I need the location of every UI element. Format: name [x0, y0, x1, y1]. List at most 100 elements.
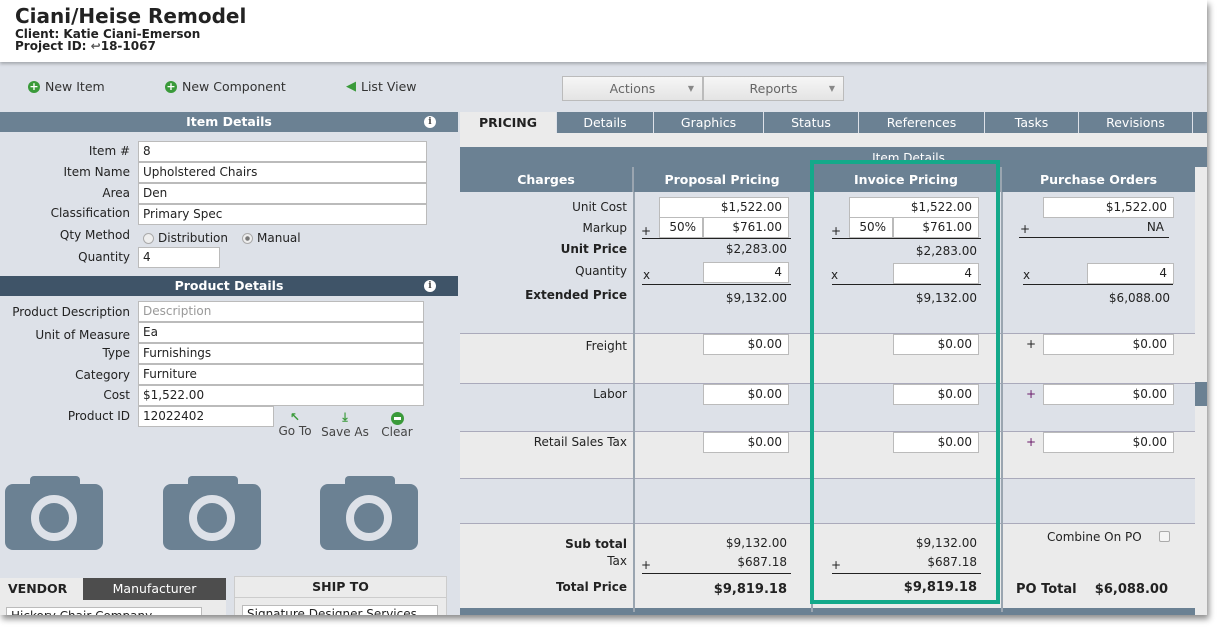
- times-operator: x: [1023, 268, 1031, 282]
- go-to-label: Go To: [278, 424, 312, 438]
- unit-cost-label: Unit Cost: [572, 200, 627, 214]
- plus-operator: +: [1026, 387, 1037, 401]
- proposal-unit-cost-input[interactable]: $1,522.00: [659, 197, 789, 218]
- classification-input[interactable]: Primary Spec: [138, 204, 427, 225]
- classification-label: Classification: [50, 206, 130, 220]
- charges-column-header: Charges: [460, 167, 634, 192]
- vendor-input[interactable]: Hickory Chair Company: [6, 607, 202, 615]
- save-as-label: Save As: [321, 425, 369, 439]
- po-total-label: PO Total: [1016, 582, 1077, 597]
- list-view-button[interactable]: ◀ List View: [346, 79, 417, 94]
- times-operator: x: [643, 268, 651, 282]
- cost-input[interactable]: $1,522.00: [138, 385, 424, 406]
- camera-icon[interactable]: [5, 476, 103, 550]
- po-quantity-input[interactable]: 4: [1087, 263, 1174, 284]
- manufacturer-tab[interactable]: Manufacturer: [83, 578, 226, 600]
- proposal-markup-input[interactable]: $761.00: [703, 217, 789, 238]
- chevron-down-icon: ▼: [687, 84, 694, 93]
- proposal-extended-price: $9,132.00: [725, 291, 787, 305]
- plus-operator: +: [641, 224, 652, 238]
- item-number-label: Item #: [88, 144, 130, 158]
- ship-to-title: SHIP TO: [234, 576, 447, 598]
- project-title: Ciani/Heise Remodel: [15, 4, 247, 28]
- combine-on-po-checkbox[interactable]: [1159, 531, 1170, 542]
- project-id-label: Project ID:: [15, 39, 87, 53]
- camera-icon[interactable]: [320, 476, 418, 550]
- minus-circle-icon: [390, 412, 404, 425]
- project-id-value: 18-1067: [100, 39, 156, 53]
- info-icon[interactable]: i: [424, 116, 436, 128]
- save-as-button[interactable]: ⤓ Save As: [321, 410, 369, 439]
- unit-price-label: Unit Price: [560, 242, 627, 256]
- tab-status[interactable]: Status: [764, 112, 859, 133]
- extended-price-label: Extended Price: [525, 288, 627, 302]
- new-component-button[interactable]: + New Component: [165, 79, 286, 94]
- qty-method-label: Qty Method: [59, 228, 130, 242]
- tab-revisions[interactable]: Revisions: [1079, 112, 1193, 133]
- tab-details[interactable]: Details: [557, 112, 654, 133]
- type-input[interactable]: Furnishings: [138, 343, 424, 364]
- product-id-input[interactable]: 12022402: [138, 406, 274, 427]
- quantity-row-label: Quantity: [575, 264, 627, 278]
- area-label: Area: [102, 186, 130, 200]
- tab-graphics[interactable]: Graphics: [654, 112, 764, 133]
- area-input[interactable]: Den: [138, 183, 427, 204]
- proposal-retail-sales-tax-input[interactable]: $0.00: [703, 432, 789, 453]
- unit-of-measure-label: Unit of Measure: [35, 328, 130, 342]
- po-unit-cost-input[interactable]: $1,522.00: [1043, 197, 1174, 218]
- reports-dropdown[interactable]: Reports ▼: [703, 76, 844, 101]
- qty-distribution-radio[interactable]: Distribution: [143, 231, 228, 245]
- ship-to-input[interactable]: Signature Designer Services: [242, 605, 438, 615]
- plus-operator: +: [1020, 222, 1031, 236]
- plus-operator: +: [1026, 435, 1037, 449]
- sub-total-label: Sub total: [565, 537, 627, 551]
- app-window: Ciani/Heise Remodel Client: Katie Ciani-…: [0, 0, 1207, 615]
- item-number-input[interactable]: 8: [138, 141, 427, 162]
- radio-checked-icon: [242, 232, 253, 244]
- po-retail-sales-tax-input[interactable]: $0.00: [1043, 432, 1174, 453]
- reply-arrow-icon[interactable]: ↩: [91, 39, 101, 53]
- radio-unchecked-icon: [143, 232, 154, 244]
- quantity-input[interactable]: 4: [138, 247, 220, 268]
- freight-label: Freight: [585, 339, 627, 353]
- tab-references[interactable]: References: [859, 112, 985, 133]
- tab-tasks[interactable]: Tasks: [985, 112, 1079, 133]
- markup-label: Markup: [582, 221, 627, 235]
- tab-pricing[interactable]: PRICING: [460, 112, 557, 133]
- proposal-sub-total: $9,132.00: [725, 536, 787, 550]
- proposal-labor-input[interactable]: $0.00: [703, 384, 789, 405]
- category-label: Category: [75, 368, 130, 382]
- new-item-label: New Item: [45, 79, 105, 94]
- product-description-input[interactable]: Description: [138, 301, 424, 322]
- info-icon[interactable]: i: [424, 280, 436, 292]
- qty-manual-radio[interactable]: Manual: [242, 231, 301, 245]
- po-extended-price: $6,088.00: [1108, 291, 1170, 305]
- new-item-button[interactable]: + New Item: [28, 79, 105, 94]
- distribution-label: Distribution: [158, 231, 229, 245]
- proposal-quantity-input[interactable]: 4: [703, 262, 789, 283]
- po-total-value: $6,088.00: [1094, 582, 1168, 597]
- proposal-freight-input[interactable]: $0.00: [703, 334, 789, 355]
- item-name-input[interactable]: Upholstered Chairs: [138, 162, 427, 183]
- actions-dropdown[interactable]: Actions ▼: [562, 76, 703, 101]
- category-input[interactable]: Furniture: [138, 364, 424, 385]
- proposal-markup-percent-input[interactable]: 50%: [659, 217, 703, 238]
- download-icon: ⤓: [342, 410, 348, 424]
- scrollbar[interactable]: [1195, 167, 1207, 615]
- total-price-label: Total Price: [555, 580, 627, 594]
- unit-of-measure-input[interactable]: Ea: [138, 322, 424, 343]
- go-to-button[interactable]: ↖ Go To: [278, 410, 312, 438]
- arrow-left-icon: ◀: [346, 79, 356, 94]
- new-component-label: New Component: [182, 79, 286, 94]
- vendor-tab[interactable]: VENDOR: [0, 578, 82, 600]
- po-labor-input[interactable]: $0.00: [1043, 384, 1174, 405]
- camera-icon[interactable]: [163, 476, 261, 550]
- clear-button[interactable]: Clear: [380, 410, 414, 439]
- scrollbar-thumb[interactable]: [1195, 382, 1207, 406]
- actions-label: Actions: [609, 81, 656, 96]
- po-freight-input[interactable]: $0.00: [1043, 334, 1174, 355]
- purchase-orders-header: Purchase Orders: [1002, 167, 1195, 192]
- product-details-header: Product Details i: [0, 276, 458, 296]
- list-view-label: List View: [361, 79, 417, 94]
- plus-circle-icon: +: [165, 79, 177, 93]
